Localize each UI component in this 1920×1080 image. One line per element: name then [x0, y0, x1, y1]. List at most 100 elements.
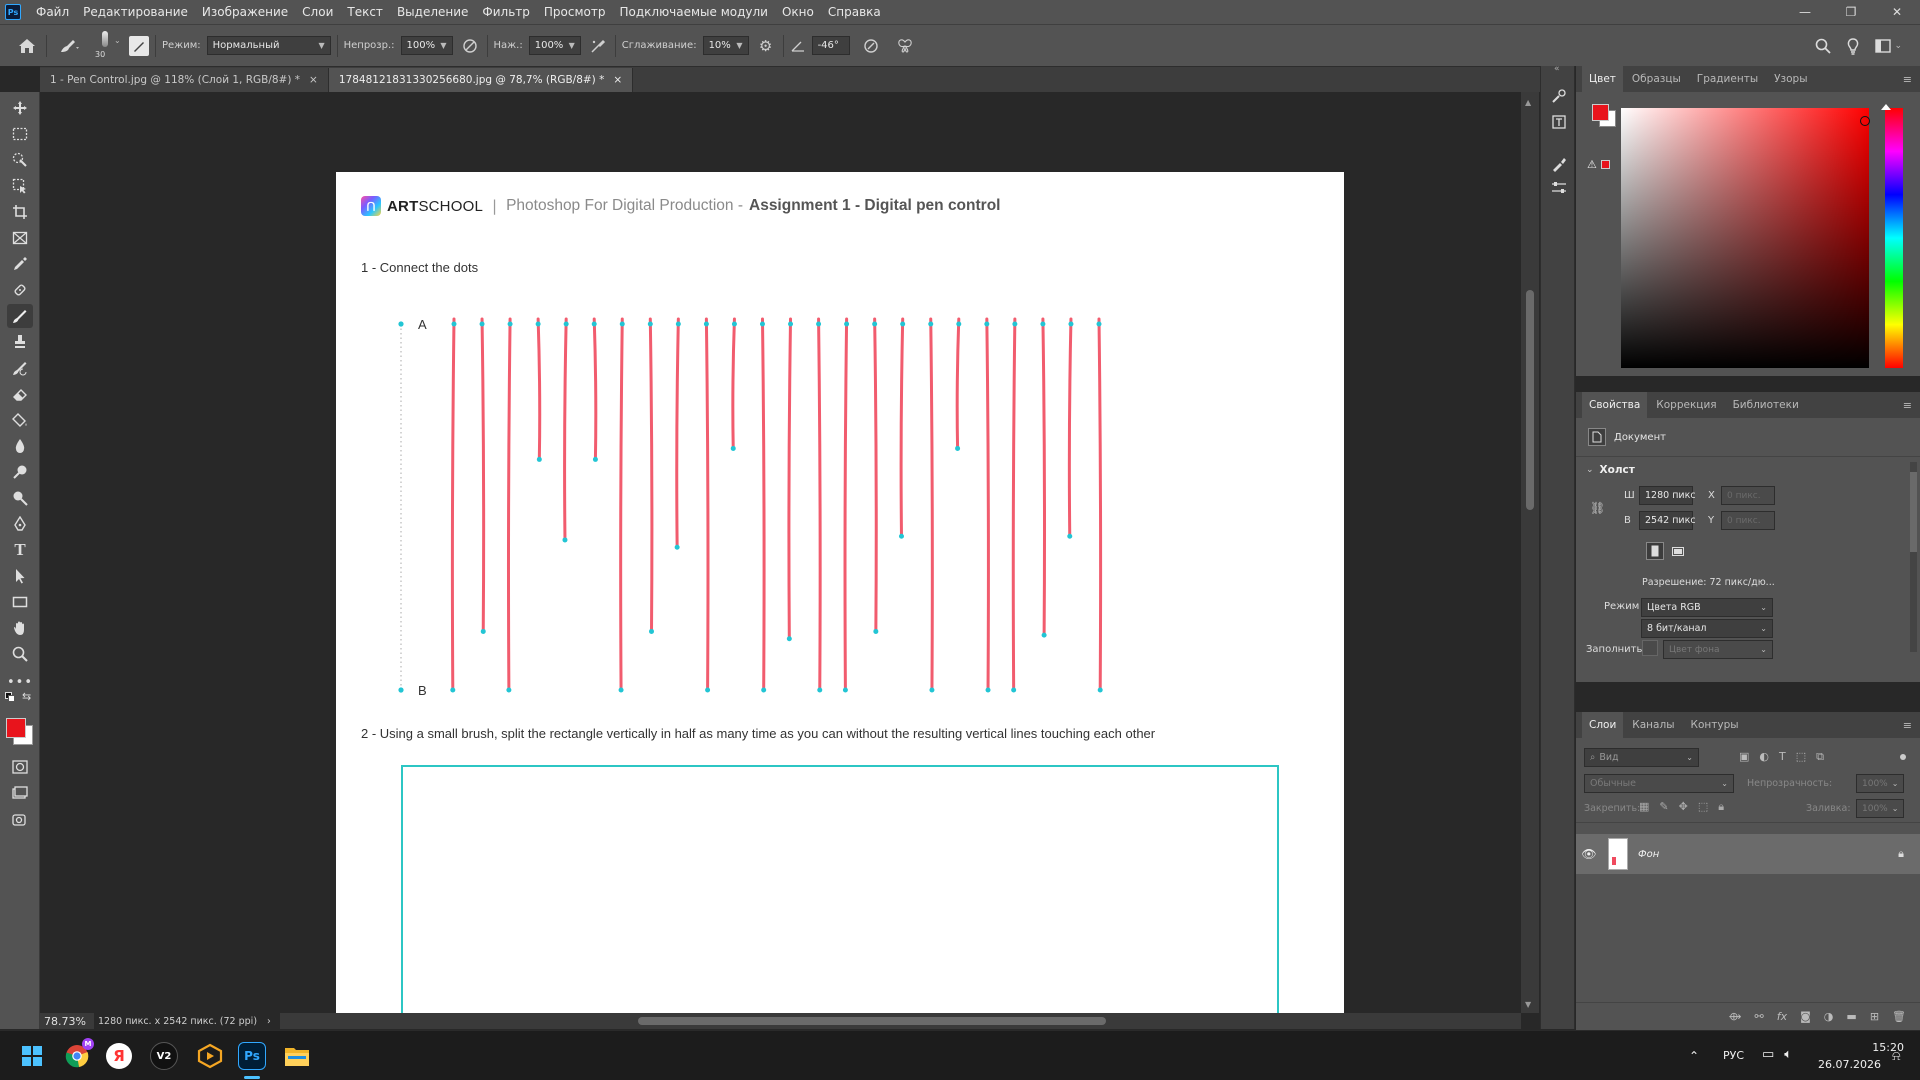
clone-stamp-tool-icon[interactable]: [7, 330, 33, 354]
fill-swatch[interactable]: [1642, 640, 1658, 656]
panel-menu-icon[interactable]: ≡: [1903, 399, 1912, 412]
lock-artboard-icon[interactable]: ⬚: [1698, 800, 1708, 814]
quick-selection-tool-icon[interactable]: [7, 148, 33, 172]
move-tool-icon[interactable]: [7, 96, 33, 120]
search-icon[interactable]: [1815, 38, 1832, 54]
status-menu-icon[interactable]: ›: [267, 1016, 271, 1027]
adjustments-sliders-icon[interactable]: [1549, 178, 1569, 198]
tab-properties[interactable]: Свойства: [1582, 392, 1648, 418]
menu-item[interactable]: Файл: [29, 5, 76, 19]
horizontal-scroll-thumb[interactable]: [638, 1017, 1106, 1025]
flow-input[interactable]: 100% ▼: [528, 36, 581, 55]
close-tab-icon[interactable]: ×: [613, 74, 622, 86]
tab-color[interactable]: Цвет: [1582, 66, 1623, 92]
pressure-opacity-icon[interactable]: [459, 38, 481, 54]
scroll-down-icon[interactable]: ▼: [1525, 1000, 1531, 1009]
v2-app-icon[interactable]: V2: [150, 1042, 178, 1070]
smoothing-input[interactable]: 10% ▼: [702, 36, 749, 55]
display-icon[interactable]: ▭: [1762, 1047, 1774, 1062]
blur-tool-icon[interactable]: [7, 434, 33, 458]
tab-adjustments[interactable]: Коррекция: [1649, 392, 1723, 418]
add-mask-icon[interactable]: ◙: [1800, 1010, 1811, 1023]
menu-item[interactable]: Выделение: [390, 5, 475, 19]
fill-select[interactable]: Цвет фона ⌄: [1663, 640, 1773, 659]
layer-opacity-input[interactable]: 100% ⌄: [1856, 774, 1904, 793]
smart-object-filter-icon[interactable]: ⧉: [1816, 750, 1824, 764]
app-logo-icon[interactable]: Ps: [5, 4, 21, 20]
crop-tool-icon[interactable]: [7, 200, 33, 224]
eraser-tool-icon[interactable]: [7, 382, 33, 406]
tab-gradients[interactable]: Градиенты: [1690, 66, 1765, 92]
link-dimensions-icon[interactable]: ⛓: [1590, 501, 1605, 515]
hue-slider-handle[interactable]: [1881, 104, 1891, 110]
link-layers-icon[interactable]: ⟴: [1729, 1010, 1742, 1023]
lightbulb-icon[interactable]: [1845, 37, 1861, 55]
layer-row[interactable]: 👁︎ Фон 🔒︎: [1576, 834, 1920, 874]
marquee-tool-icon[interactable]: [7, 122, 33, 146]
chain-link-icon[interactable]: ⚯: [1755, 1010, 1764, 1023]
menu-item[interactable]: Слои: [295, 5, 340, 19]
menu-item[interactable]: Текст: [340, 5, 390, 19]
lock-transparent-icon[interactable]: ▦: [1639, 800, 1649, 814]
paint-bucket-tool-icon[interactable]: [7, 408, 33, 432]
pressure-size-icon[interactable]: [856, 38, 886, 54]
angle-input[interactable]: -46°: [811, 36, 850, 55]
properties-scrollbar[interactable]: [1910, 462, 1917, 652]
photoshop-taskbar-icon[interactable]: Ps: [238, 1042, 266, 1070]
hand-tool-icon[interactable]: [7, 616, 33, 640]
brush-settings-icon[interactable]: [1549, 86, 1569, 106]
foreground-color-swatch[interactable]: [6, 718, 26, 738]
height-input[interactable]: 2542 пикс: [1639, 511, 1696, 530]
eyedropper-tool-icon[interactable]: [7, 252, 33, 276]
workspace-layout-icon[interactable]: ⌄: [1875, 38, 1902, 53]
close-window-button[interactable]: ✕: [1874, 0, 1920, 24]
blend-mode-select[interactable]: Обычные ⌄: [1584, 774, 1734, 793]
swap-colors-icon[interactable]: ⇆: [22, 690, 31, 703]
adjustment-filter-icon[interactable]: ◐: [1759, 750, 1769, 764]
horizontal-scrollbar[interactable]: [280, 1013, 1521, 1029]
y-input[interactable]: 0 пикс.: [1721, 511, 1775, 530]
media-app-icon[interactable]: [195, 1041, 225, 1071]
new-layer-icon[interactable]: ⊞: [1870, 1010, 1879, 1023]
lock-all-icon[interactable]: 🔒︎: [1718, 800, 1724, 814]
default-colors-icon[interactable]: [5, 692, 15, 702]
split-rectangle[interactable]: [401, 765, 1279, 1013]
dodge-tool-icon[interactable]: [7, 460, 33, 484]
menu-item[interactable]: Изображение: [195, 5, 295, 19]
character-icon[interactable]: [1549, 112, 1569, 132]
opacity-input[interactable]: 100% ▼: [400, 36, 453, 55]
healing-brush-tool-icon[interactable]: [7, 278, 33, 302]
canvas-area[interactable]: ⋂ ARTSCHOOL | Photoshop For Digital Prod…: [41, 92, 1521, 1013]
lock-pixels-icon[interactable]: ✎: [1659, 800, 1668, 814]
pixel-filter-icon[interactable]: ▣: [1739, 750, 1749, 764]
bit-depth-select[interactable]: 8 бит/канал ⌄: [1641, 619, 1773, 638]
clock-date[interactable]: 26.07.2026: [1818, 1058, 1881, 1071]
menu-item[interactable]: Окно: [775, 5, 821, 19]
keyboard-language[interactable]: РУС: [1723, 1049, 1744, 1062]
minimize-button[interactable]: —: [1782, 0, 1828, 24]
tab-swatches[interactable]: Образцы: [1625, 66, 1688, 92]
airbrush-icon[interactable]: [587, 38, 609, 54]
blend-mode-select[interactable]: Нормальный ▼: [206, 36, 331, 55]
panel-menu-icon[interactable]: ≡: [1903, 719, 1912, 732]
landscape-orientation-icon[interactable]: [1669, 542, 1687, 560]
canvas-section-header[interactable]: ⌄ Холст: [1586, 464, 1635, 476]
new-group-folder-icon[interactable]: ▬: [1846, 1010, 1856, 1023]
file-explorer-icon[interactable]: [282, 1041, 312, 1071]
brush-tool-icon[interactable]: [7, 304, 33, 328]
color-picker-cursor[interactable]: [1860, 116, 1870, 126]
visibility-eye-icon[interactable]: 👁︎: [1578, 847, 1600, 861]
rectangle-tool-icon[interactable]: [7, 590, 33, 614]
zoom-level[interactable]: 78.73%: [40, 1013, 94, 1029]
properties-scroll-thumb[interactable]: [1910, 472, 1917, 552]
panel-menu-icon[interactable]: ≡: [1903, 73, 1912, 86]
type-filter-icon[interactable]: T: [1779, 750, 1786, 764]
document-canvas[interactable]: ⋂ ARTSCHOOL | Photoshop For Digital Prod…: [336, 172, 1344, 1013]
vertical-scroll-thumb[interactable]: [1526, 290, 1534, 510]
brush-preset-icon[interactable]: [53, 38, 87, 54]
history-brush-tool-icon[interactable]: [7, 356, 33, 380]
speaker-icon[interactable]: 🔈︎: [1784, 1047, 1792, 1062]
zoom-tool-icon[interactable]: [7, 642, 33, 666]
tab-paths[interactable]: Контуры: [1684, 712, 1746, 738]
path-selection-tool-icon[interactable]: [7, 564, 33, 588]
